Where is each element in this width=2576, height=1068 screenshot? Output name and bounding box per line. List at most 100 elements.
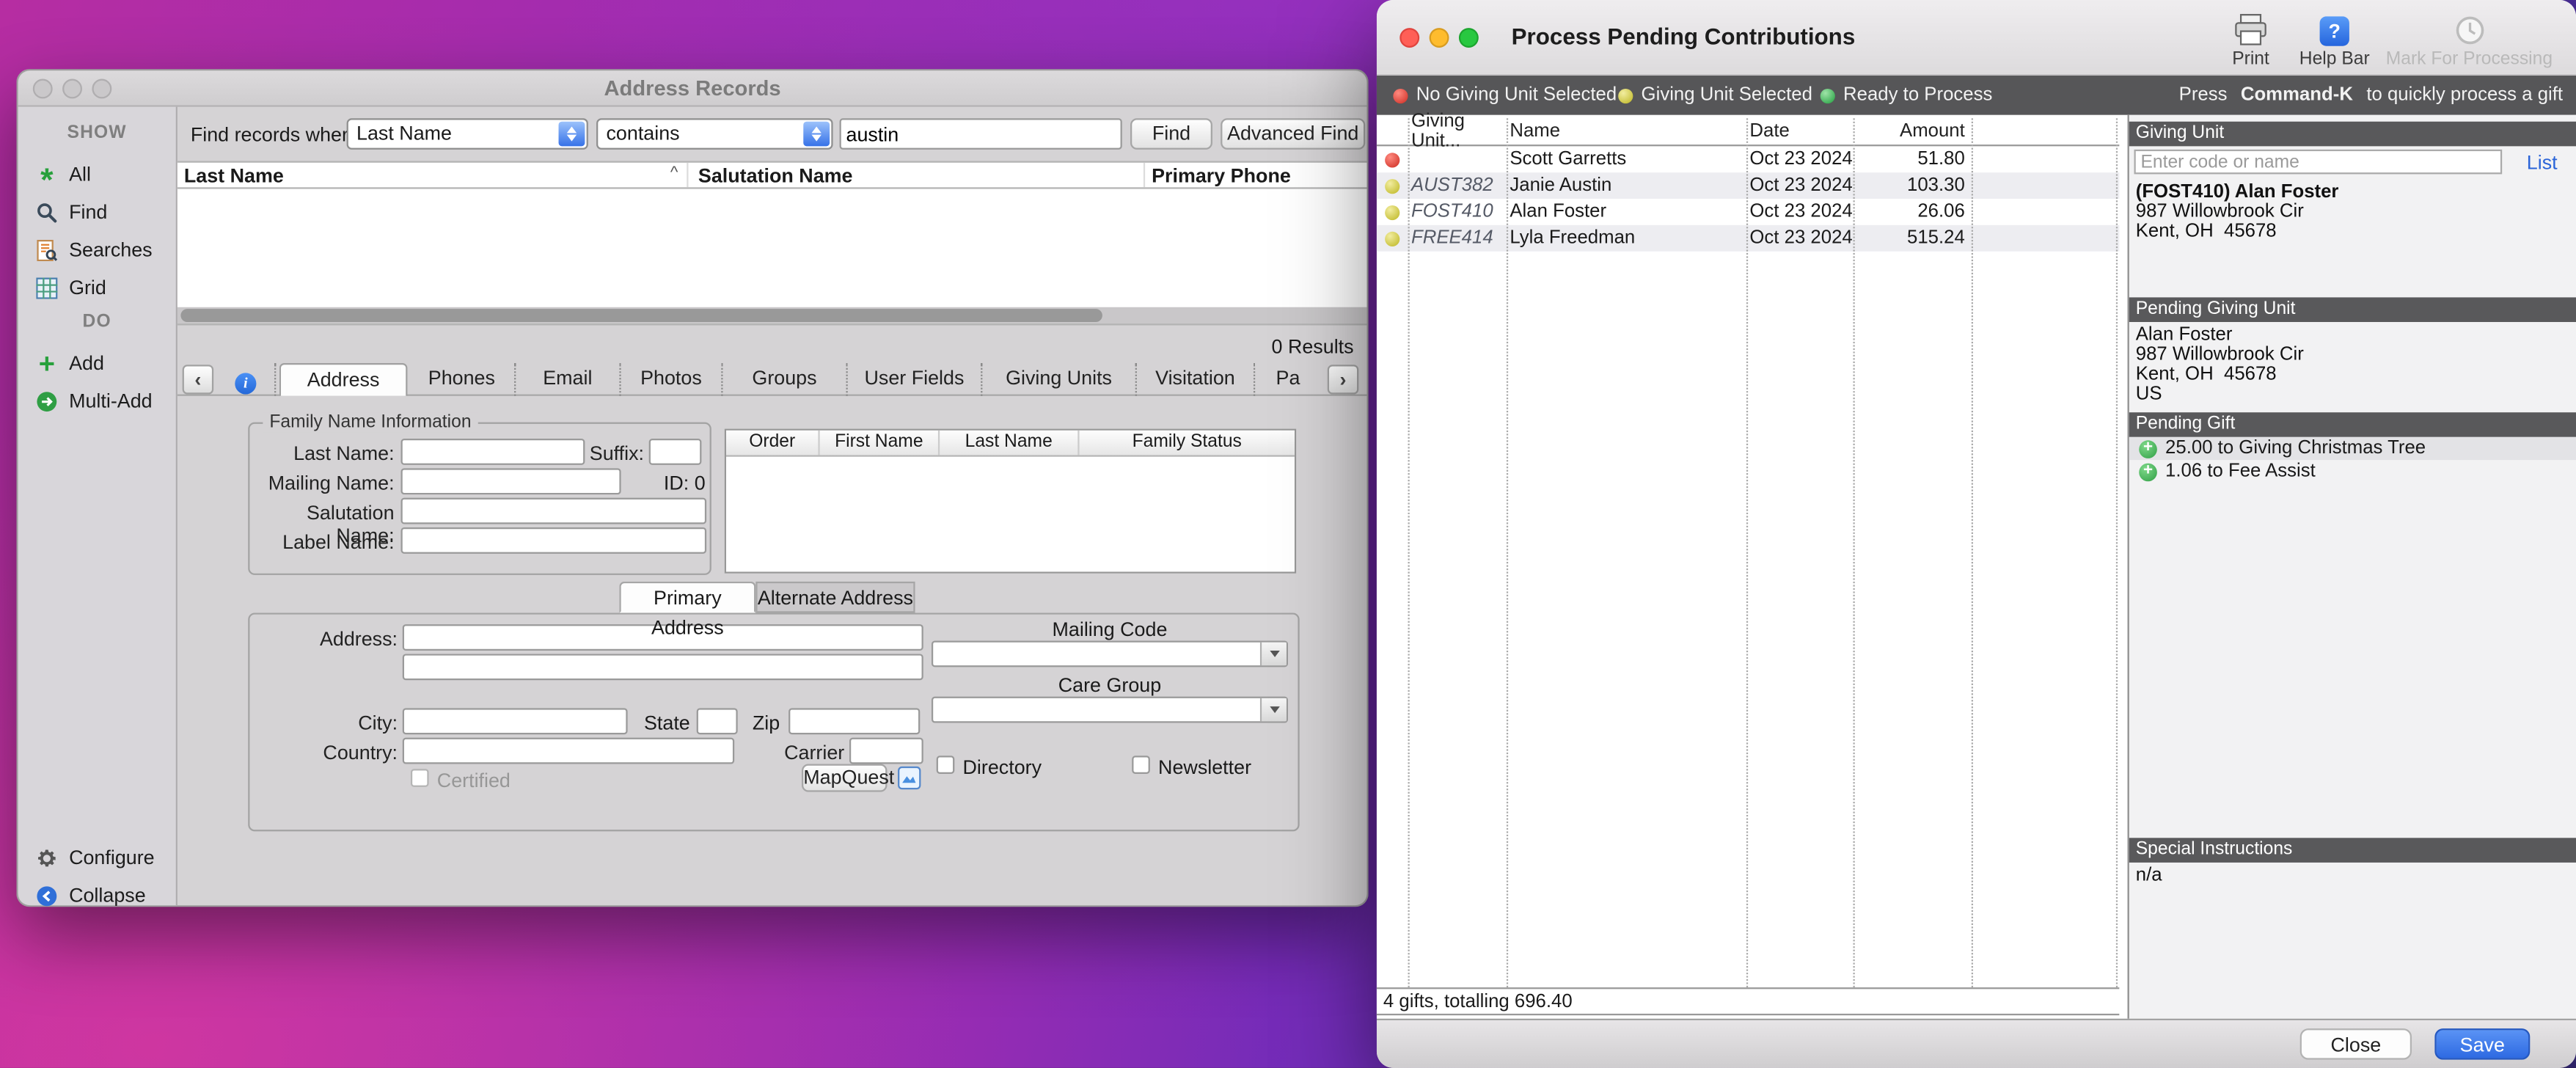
operator-select-value: contains [598,120,802,148]
column-primary-phone[interactable]: Primary Phone [1152,164,1291,187]
find-button[interactable]: Find [1130,118,1212,150]
special-instructions-header: Special Instructions [2129,838,2576,863]
mapquest-button[interactable]: MapQuest [802,764,887,792]
contrib-bottom-bar: Close Save [1377,1019,2576,1068]
sidebar-item-find[interactable]: Find [18,194,176,230]
contrib-content: Giving Unit... Name Date Amount Scott Ga… [1377,115,2576,1019]
tab-address[interactable]: Address [279,363,408,396]
horizontal-scrollbar[interactable] [178,307,1367,326]
family-name-fieldset: Family Name Information Last Name: Suffi… [248,423,711,575]
tab-pastoral[interactable]: Pa [1255,363,1321,396]
pending-gift-item[interactable]: + 1.06 to Fee Assist [2129,460,2576,483]
gift-row[interactable]: FREE414 Lyla Freedman Oct 23 2024 515.24 [1377,225,2119,252]
address-line2-input[interactable] [403,654,923,680]
sidebar-item-label: Multi-Add [69,389,153,412]
newsletter-checkbox[interactable] [1132,756,1150,774]
suffix-input[interactable] [649,439,702,465]
tab-photos[interactable]: Photos [621,363,723,396]
status-yellow-icon [1385,178,1399,193]
scrollbar-thumb[interactable] [180,309,1102,322]
zoom-icon[interactable] [1459,28,1479,48]
close-icon[interactable] [33,79,53,99]
salutation-name-input[interactable] [401,498,707,524]
close-button[interactable]: Close [2300,1028,2412,1060]
state-input[interactable] [697,708,738,734]
search-input[interactable] [840,118,1122,150]
gift-row[interactable]: FOST410 Alan Foster Oct 23 2024 26.06 [1377,199,2119,225]
tab-phones[interactable]: Phones [409,363,516,396]
contrib-titlebar[interactable]: Process Pending Contributions Print ? He… [1377,0,2576,76]
sidebar-item-searches[interactable]: Searches [18,232,176,268]
tab-visitation[interactable]: Visitation [1137,363,1255,396]
sidebar-item-all[interactable]: * All [18,156,176,192]
pending-gift-item[interactable]: + 25.00 to Giving Christmas Tree [2129,437,2576,460]
column-first-name[interactable]: First Name [820,431,940,456]
column-giving-unit[interactable]: Giving Unit... [1408,111,1507,151]
sidebar-item-multi-add[interactable]: Multi-Add [18,383,176,419]
column-family-status[interactable]: Family Status [1080,431,1295,456]
column-last-name[interactable]: Last Name [940,431,1079,456]
sidebar-item-collapse[interactable]: Collapse [18,877,176,913]
certified-checkbox[interactable] [411,769,429,787]
mailing-name-input[interactable] [401,468,621,494]
directory-checkbox[interactable] [937,756,955,774]
column-name[interactable]: Name [1507,122,1746,142]
save-button[interactable]: Save [2434,1028,2530,1060]
sort-indicator[interactable]: ^ [670,164,678,183]
giving-unit-search-input[interactable] [2134,150,2503,175]
country-input[interactable] [403,738,734,764]
carrier-sort-input[interactable] [849,738,923,764]
column-divider [687,163,688,188]
dropdown-arrow-icon [1260,698,1287,721]
suffix-label: Suffix: [588,442,644,465]
tab-info[interactable]: i [217,363,277,396]
print-button[interactable]: Print [2211,10,2291,69]
column-order[interactable]: Order [726,431,820,456]
dropdown-arrows-icon [559,122,585,147]
city-input[interactable] [403,708,628,734]
tab-primary-address[interactable]: Primary Address [619,582,755,613]
tab-giving-units[interactable]: Giving Units [982,363,1137,396]
status-red-icon [1385,152,1399,167]
column-salutation-name[interactable]: Salutation Name [698,164,853,187]
zoom-icon[interactable] [92,79,111,99]
mailing-code-select[interactable] [932,641,1288,668]
tab-groups[interactable]: Groups [723,363,848,396]
label-name-input[interactable] [401,527,707,554]
asterisk-icon: * [34,156,59,194]
field-select-value: Last Name [348,120,557,148]
minimize-icon[interactable] [1430,28,1449,48]
tab-email[interactable]: Email [516,363,621,396]
column-last-name[interactable]: Last Name [184,164,284,187]
column-date[interactable]: Date [1746,122,1854,142]
sidebar-item-configure[interactable]: Configure [18,840,176,876]
tab-alternate-address[interactable]: Alternate Address [755,582,915,613]
minimize-icon[interactable] [62,79,82,99]
multi-add-icon [34,390,59,412]
sidebar-item-add[interactable]: + Add [18,345,176,381]
sidebar-item-grid[interactable]: Grid [18,269,176,305]
operator-select[interactable]: contains [596,118,833,150]
list-link[interactable]: List [2527,151,2558,174]
pending-unit-line: 987 Willowbrook Cir [2136,345,2304,365]
advanced-find-button[interactable]: Advanced Find [1221,118,1365,150]
green-dot-icon [1821,88,1835,103]
column-amount[interactable]: Amount [1853,122,1971,142]
gift-row[interactable]: AUST382 Janie Austin Oct 23 2024 103.30 [1377,172,2119,199]
gift-row[interactable]: Scott Garretts Oct 23 2024 51.80 [1377,146,2119,172]
zip-input[interactable] [788,708,920,734]
clock-icon [2363,10,2576,45]
chevron-left-icon[interactable]: ‹ [183,365,214,394]
directory-label: Directory [963,756,1042,778]
mapquest-icon[interactable] [897,766,922,795]
results-list[interactable] [178,189,1367,307]
care-group-select[interactable] [932,697,1288,723]
chevron-right-icon[interactable]: › [1328,365,1359,394]
address-window-titlebar[interactable]: Address Records [18,70,1367,106]
field-select[interactable]: Last Name [347,118,588,150]
family-table-header: Order First Name Last Name Family Status [726,431,1295,457]
close-icon[interactable] [1399,28,1419,48]
tab-user-fields[interactable]: User Fields [848,363,983,396]
yellow-dot-icon [1618,88,1633,103]
last-name-input[interactable] [401,439,585,465]
